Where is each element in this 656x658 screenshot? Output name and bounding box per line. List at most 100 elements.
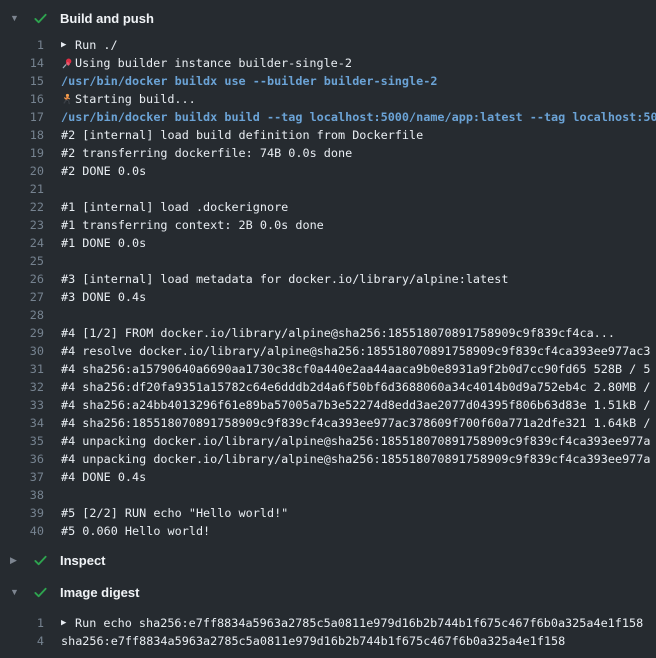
log-line: 23 #1 transferring context: 2B 0.0s done — [0, 216, 656, 234]
line-number[interactable]: 40 — [0, 522, 44, 540]
log-line: 33 #4 sha256:a24bb4013296f61e89ba57005a7… — [0, 396, 656, 414]
line-number[interactable]: 36 — [0, 450, 44, 468]
log-line: 14 Using builder instance builder-single… — [0, 54, 656, 72]
line-text: Using builder instance builder-single-2 — [61, 54, 352, 72]
line-number[interactable]: 39 — [0, 504, 44, 522]
line-number[interactable]: 1 — [0, 614, 44, 632]
log-line: 37 #4 DONE 0.4s — [0, 468, 656, 486]
line-number[interactable]: 22 — [0, 198, 44, 216]
log-line: 28 — [0, 306, 656, 324]
line-text: sha256:e7ff8834a5963a2785c5a0811e979d16b… — [61, 632, 565, 650]
line-text-value: #4 unpacking docker.io/library/alpine@sh… — [61, 450, 651, 468]
section-inspect: ▶ Inspect — [0, 550, 656, 570]
line-number[interactable]: 14 — [0, 54, 44, 72]
line-number[interactable]: 35 — [0, 432, 44, 450]
line-text: #2 [internal] load build definition from… — [61, 126, 423, 144]
log-line: 24 #1 DONE 0.0s — [0, 234, 656, 252]
line-number[interactable]: 17 — [0, 108, 44, 126]
line-number[interactable]: 34 — [0, 414, 44, 432]
line-text-value: #3 DONE 0.4s — [61, 288, 146, 306]
line-text-value: #2 DONE 0.0s — [61, 162, 146, 180]
line-number[interactable]: 33 — [0, 396, 44, 414]
line-text: #4 sha256:a15790640a6690aa1730c38cf0a440… — [61, 360, 651, 378]
line-number[interactable]: 37 — [0, 468, 44, 486]
line-text-value: #1 [internal] load .dockerignore — [61, 198, 288, 216]
line-number[interactable]: 1 — [0, 36, 44, 54]
check-icon — [33, 585, 60, 600]
line-text-value: #4 sha256:a15790640a6690aa1730c38cf0a440… — [61, 360, 651, 378]
line-number[interactable]: 30 — [0, 342, 44, 360]
expand-run-icon[interactable]: ▶ — [61, 614, 75, 632]
section-body: 1 ▶Run ./ 14 Using builder instance buil… — [0, 36, 656, 540]
line-number[interactable]: 28 — [0, 306, 44, 324]
line-text: #4 [1/2] FROM docker.io/library/alpine@s… — [61, 324, 615, 342]
line-text: #4 resolve docker.io/library/alpine@sha2… — [61, 342, 651, 360]
line-text: Starting build... — [61, 90, 196, 108]
line-text-value: Run ./ — [75, 36, 118, 54]
section-build-and-push: ▼ Build and push 1 ▶Run ./ 14 Using buil… — [0, 8, 656, 540]
line-text-value: #2 transferring dockerfile: 74B 0.0s don… — [61, 144, 352, 162]
section-title: Image digest — [60, 585, 139, 600]
log-line: 31 #4 sha256:a15790640a6690aa1730c38cf0a… — [0, 360, 656, 378]
log-line: 34 #4 sha256:185518070891758909c9f839cf4… — [0, 414, 656, 432]
line-number[interactable]: 26 — [0, 270, 44, 288]
line-number[interactable]: 29 — [0, 324, 44, 342]
line-text: #3 DONE 0.4s — [61, 288, 146, 306]
line-number[interactable]: 31 — [0, 360, 44, 378]
runner-icon — [61, 93, 75, 106]
log-line: 22 #1 [internal] load .dockerignore — [0, 198, 656, 216]
log-line: 1 ▶Run echo sha256:e7ff8834a5963a2785c5a… — [0, 614, 656, 632]
section-title: Inspect — [60, 553, 106, 568]
log-line: 40 #5 0.060 Hello world! — [0, 522, 656, 540]
line-text-value: #1 DONE 0.0s — [61, 234, 146, 252]
pushpin-icon — [61, 57, 75, 70]
line-number[interactable]: 27 — [0, 288, 44, 306]
section-header-image-digest[interactable]: ▼ Image digest — [0, 582, 656, 602]
line-text: #4 unpacking docker.io/library/alpine@sh… — [61, 450, 651, 468]
log-line: 26 #3 [internal] load metadata for docke… — [0, 270, 656, 288]
line-number[interactable]: 24 — [0, 234, 44, 252]
line-text-value: sha256:e7ff8834a5963a2785c5a0811e979d16b… — [61, 632, 565, 650]
line-text: /usr/bin/docker buildx build --tag local… — [61, 108, 656, 126]
line-number[interactable]: 15 — [0, 72, 44, 90]
log-line: 29 #4 [1/2] FROM docker.io/library/alpin… — [0, 324, 656, 342]
line-number[interactable]: 21 — [0, 180, 44, 198]
line-text: #2 transferring dockerfile: 74B 0.0s don… — [61, 144, 352, 162]
line-number[interactable]: 23 — [0, 216, 44, 234]
line-text-value: #4 sha256:185518070891758909c9f839cf4ca3… — [61, 414, 651, 432]
workflow-log: ▼ Build and push 1 ▶Run ./ 14 Using buil… — [0, 0, 656, 658]
line-text-value: Using builder instance builder-single-2 — [75, 54, 352, 72]
line-text-value: #4 unpacking docker.io/library/alpine@sh… — [61, 432, 651, 450]
expand-run-icon[interactable]: ▶ — [61, 36, 75, 54]
line-text-value: #5 0.060 Hello world! — [61, 522, 210, 540]
log-line: 35 #4 unpacking docker.io/library/alpine… — [0, 432, 656, 450]
line-text: #1 DONE 0.0s — [61, 234, 146, 252]
line-text: #4 unpacking docker.io/library/alpine@sh… — [61, 432, 651, 450]
line-text: #1 [internal] load .dockerignore — [61, 198, 288, 216]
section-header-inspect[interactable]: ▶ Inspect — [0, 550, 656, 570]
line-number[interactable]: 20 — [0, 162, 44, 180]
line-text-value: #1 transferring context: 2B 0.0s done — [61, 216, 324, 234]
log-line: 32 #4 sha256:df20fa9351a15782c64e6dddb2d… — [0, 378, 656, 396]
log-line: 39 #5 [2/2] RUN echo "Hello world!" — [0, 504, 656, 522]
line-text: #2 DONE 0.0s — [61, 162, 146, 180]
log-line: 16 Starting build... — [0, 90, 656, 108]
log-line: 1 ▶Run ./ — [0, 36, 656, 54]
line-text-value: #5 [2/2] RUN echo "Hello world!" — [61, 504, 288, 522]
line-number[interactable]: 19 — [0, 144, 44, 162]
line-number[interactable]: 4 — [0, 632, 44, 650]
line-number[interactable]: 16 — [0, 90, 44, 108]
section-image-digest: ▼ Image digest 1 ▶Run echo sha256:e7ff88… — [0, 582, 656, 650]
line-text-value: #2 [internal] load build definition from… — [61, 126, 423, 144]
log-line: 38 — [0, 486, 656, 504]
line-number[interactable]: 18 — [0, 126, 44, 144]
line-number[interactable]: 32 — [0, 378, 44, 396]
line-text-value: #4 DONE 0.4s — [61, 468, 146, 486]
line-number[interactable]: 38 — [0, 486, 44, 504]
section-header-build-and-push[interactable]: ▼ Build and push — [0, 8, 656, 28]
line-number[interactable]: 25 — [0, 252, 44, 270]
line-text-value: /usr/bin/docker buildx use --builder bui… — [61, 72, 437, 90]
twisty-icon: ▼ — [10, 582, 33, 602]
log-line: 27 #3 DONE 0.4s — [0, 288, 656, 306]
line-text: #4 DONE 0.4s — [61, 468, 146, 486]
